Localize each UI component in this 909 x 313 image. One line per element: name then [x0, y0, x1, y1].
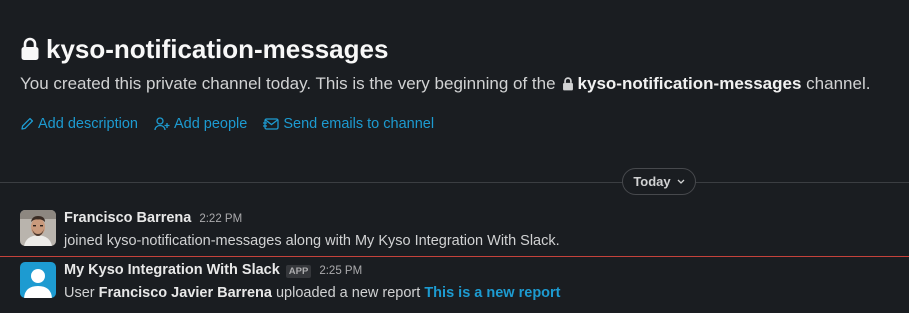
intro-prefix: You created this private channel today. …	[20, 74, 556, 93]
app-avatar[interactable]	[20, 262, 56, 298]
date-divider-button[interactable]: Today	[622, 168, 696, 195]
add-person-icon	[154, 117, 170, 131]
lock-icon	[21, 37, 39, 60]
channel-actions: Add description Add people Send emails t…	[20, 116, 899, 132]
add-description-label: Add description	[38, 116, 138, 132]
channel-name: kyso-notification-messages	[46, 33, 389, 64]
message-text: joined kyso-notification-messages along …	[64, 233, 560, 249]
new-messages-divider	[0, 256, 909, 257]
add-people-label: Add people	[173, 116, 248, 132]
channel-intro-text: You created this private channel today. …	[20, 74, 899, 94]
app-badge: APP	[285, 265, 312, 278]
message-time[interactable]: 2:25 PM	[319, 265, 362, 277]
user-photo	[20, 210, 56, 246]
message-sender[interactable]: Francisco Barrena	[64, 210, 191, 226]
send-emails-button[interactable]: Send emails to channel	[263, 116, 434, 132]
pencil-icon	[21, 117, 34, 130]
message-text-prefix: User	[64, 285, 95, 301]
send-emails-label: Send emails to channel	[283, 116, 435, 132]
message-sender[interactable]: My Kyso Integration With Slack	[64, 262, 280, 278]
date-divider-line	[0, 182, 909, 183]
add-people-button[interactable]: Add people	[154, 116, 247, 132]
date-divider-label: Today	[633, 174, 671, 189]
message-text: User Francisco Javier Barrena uploaded a…	[64, 285, 561, 301]
message-time[interactable]: 2:22 PM	[199, 213, 242, 225]
lock-icon	[562, 77, 573, 91]
default-user-icon	[20, 262, 56, 298]
channel-title: kyso-notification-messages	[20, 32, 899, 66]
report-link[interactable]: This is a new report	[424, 285, 560, 301]
chevron-down-icon	[677, 179, 685, 184]
email-icon	[263, 118, 279, 130]
message-user-name: Francisco Javier Barrena	[98, 285, 272, 301]
avatar[interactable]	[20, 210, 56, 246]
channel-intro: kyso-notification-messages You created t…	[20, 32, 899, 133]
intro-suffix: channel.	[806, 74, 871, 93]
intro-channel-name[interactable]: kyso-notification-messages	[578, 74, 802, 94]
add-description-button[interactable]: Add description	[20, 116, 138, 132]
message-text-middle: uploaded a new report	[275, 285, 421, 301]
